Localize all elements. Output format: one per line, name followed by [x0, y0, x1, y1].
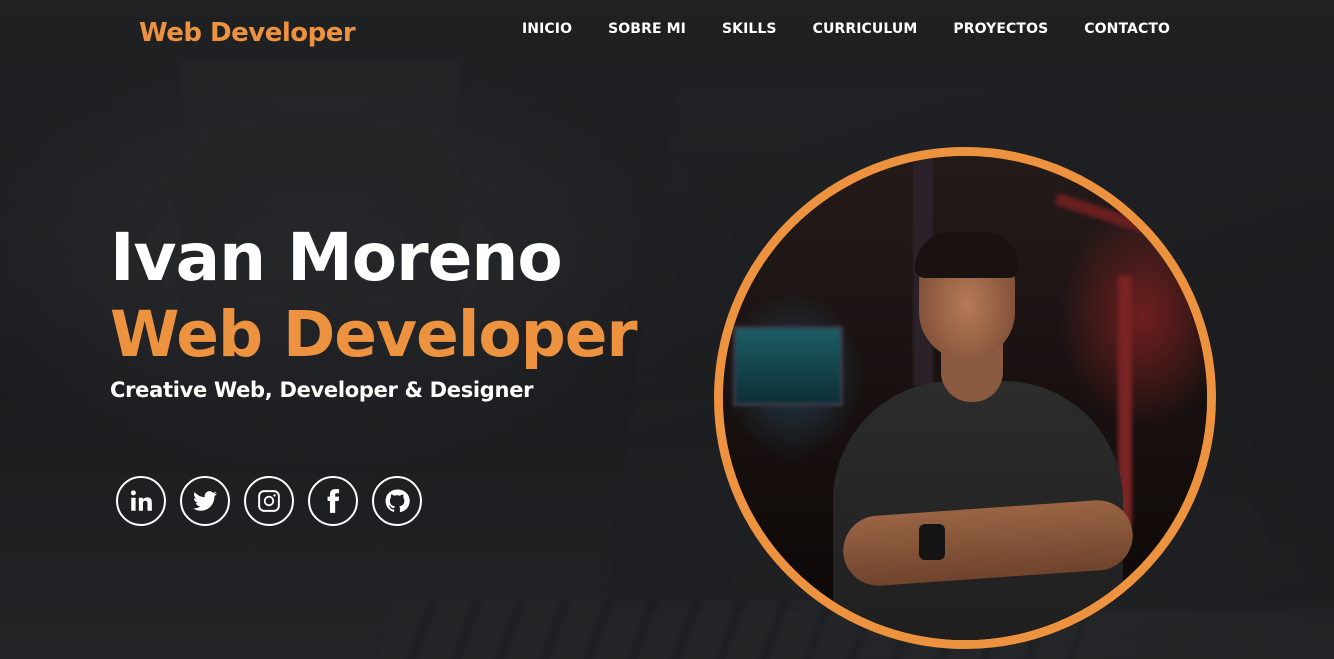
nav-item-curriculum: CURRICULUM	[813, 18, 918, 37]
brand-logo[interactable]: Web Developer	[139, 18, 356, 48]
nav-link-skills[interactable]: SKILLS	[722, 21, 777, 37]
github-link[interactable]	[372, 476, 422, 526]
hero-name: Ivan Moreno	[110, 219, 563, 296]
hero-role: Web Developer	[110, 298, 638, 371]
photo-person-hair	[915, 232, 1019, 278]
photo-person-watch	[919, 524, 945, 560]
social-links	[116, 476, 422, 526]
nav-menu: INICIO SOBRE MI SKILLS CURRICULUM PROYEC…	[522, 18, 1170, 37]
nav-link-curriculum[interactable]: CURRICULUM	[813, 21, 918, 37]
nav-item-inicio: INICIO	[522, 18, 572, 37]
nav-item-sobre-mi: SOBRE MI	[608, 18, 686, 37]
nav-item-contacto: CONTACTO	[1084, 18, 1170, 37]
nav-link-contacto[interactable]: CONTACTO	[1084, 21, 1170, 37]
photo-monitor	[733, 326, 843, 406]
twitter-link[interactable]	[180, 476, 230, 526]
facebook-link[interactable]	[308, 476, 358, 526]
github-icon	[385, 489, 410, 513]
nav-link-inicio[interactable]: INICIO	[522, 21, 572, 37]
facebook-icon	[327, 489, 340, 513]
nav-item-proyectos: PROYECTOS	[953, 18, 1048, 37]
instagram-icon	[258, 490, 280, 512]
hero-tagline: Creative Web, Developer & Designer	[110, 378, 534, 402]
nav-link-sobre-mi[interactable]: SOBRE MI	[608, 21, 686, 37]
nav-link-proyectos[interactable]: PROYECTOS	[953, 21, 1048, 37]
linkedin-link[interactable]	[116, 476, 166, 526]
instagram-link[interactable]	[244, 476, 294, 526]
hero-section: Ivan Moreno Web Developer Creative Web, …	[110, 218, 730, 402]
profile-photo-scene	[723, 156, 1207, 640]
navbar: Web Developer INICIO SOBRE MI SKILLS CUR…	[0, 0, 1334, 70]
profile-photo	[714, 147, 1216, 649]
linkedin-icon	[130, 490, 152, 511]
nav-item-skills: SKILLS	[722, 18, 777, 37]
twitter-icon	[193, 491, 217, 511]
